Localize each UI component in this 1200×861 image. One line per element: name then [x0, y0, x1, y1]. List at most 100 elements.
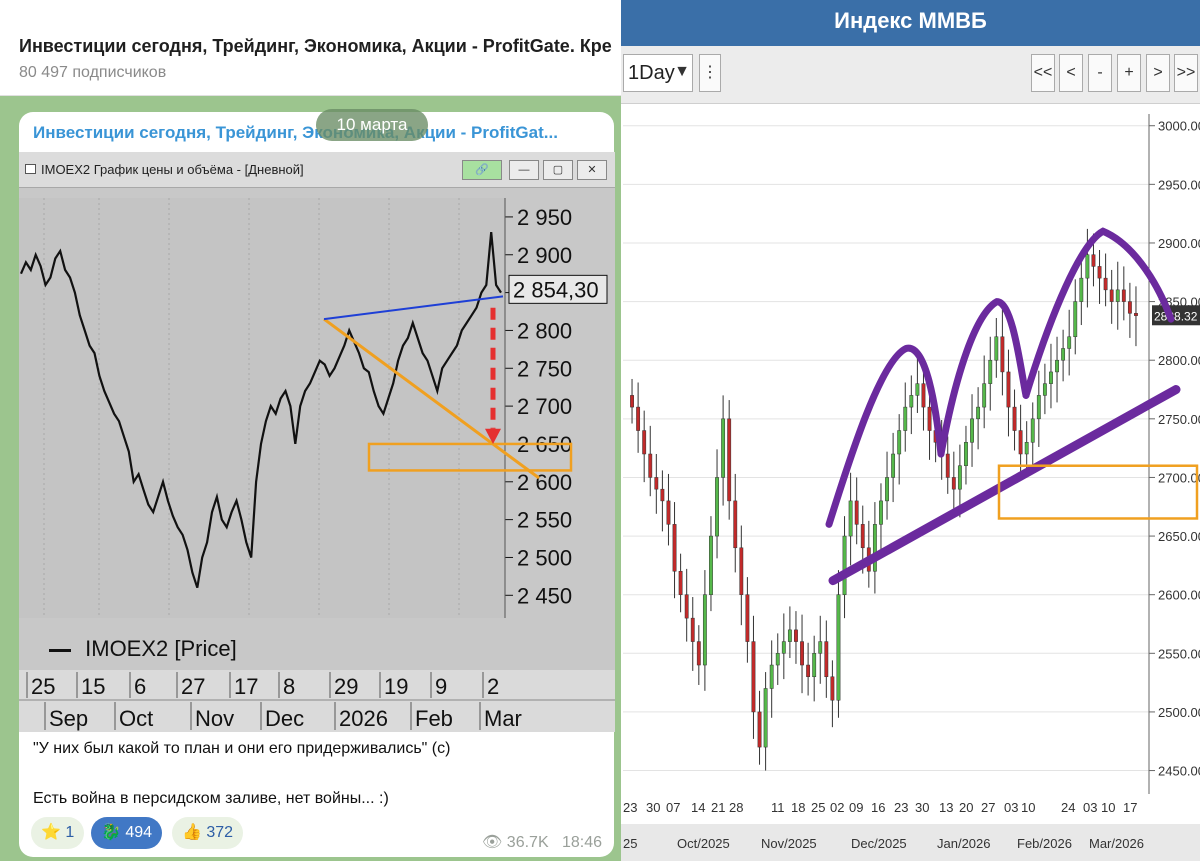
candle-body — [885, 477, 889, 502]
reaction-dragon[interactable]: 🐉 494 — [91, 817, 163, 849]
candle-body — [763, 688, 768, 748]
x-day-label: 13 — [939, 800, 953, 815]
x-day-label: 28 — [729, 800, 743, 815]
last-price-label: 2 854,30 — [513, 277, 599, 302]
x-axis-area — [19, 670, 615, 732]
y-tick-label: 2 750 — [517, 356, 572, 381]
candle-body — [970, 418, 974, 443]
date-pill: 10 марта — [316, 109, 428, 141]
legend-label: IMOEX2 [Price] — [85, 636, 237, 661]
candle-body — [830, 676, 835, 701]
x-day-label: 25 — [31, 674, 55, 699]
candle-body — [897, 430, 902, 455]
candle-body — [957, 465, 962, 490]
x-day-label: 20 — [959, 800, 973, 815]
y-tick-label: 2 900 — [517, 243, 572, 268]
candle-body — [915, 383, 920, 396]
mmvb-panel: Индекс ММВБ 1Day ▼ ⋮ << < - + > >> 3000.… — [621, 0, 1200, 861]
candle-body — [1067, 336, 1072, 349]
candle-body — [751, 641, 756, 713]
candle-body — [1061, 348, 1066, 361]
zoom-out-button[interactable]: - — [1088, 54, 1112, 92]
month-axis-labels: 25 Oct/2025 Nov/2025 Dec/2025 Jan/2026 Feb/20… — [623, 836, 1144, 851]
candle-body — [927, 406, 932, 431]
y-tick-label: 2500.00 — [1158, 705, 1200, 720]
x-month-label: Nov — [195, 706, 234, 731]
nav-next-button[interactable]: > — [1146, 54, 1170, 92]
candle-body — [824, 641, 829, 678]
candle-body — [696, 641, 701, 666]
mmvb-toolbar: 1Day ▼ ⋮ << < - + > >> — [621, 46, 1200, 104]
message-meta: 👁 36.7K 18:46 — [482, 832, 602, 852]
x-day-label: 15 — [81, 674, 105, 699]
candle-body — [1121, 289, 1126, 302]
nav-last-button[interactable]: >> — [1174, 54, 1198, 92]
x-day-label: 03 — [1004, 800, 1018, 815]
plot-area — [19, 198, 505, 618]
candle-body — [1018, 430, 1023, 455]
x-month-label: Nov/2025 — [761, 836, 817, 851]
reaction-star[interactable]: ⭐ 1 — [31, 817, 85, 849]
candle-body — [1024, 442, 1029, 455]
candle-body — [702, 594, 707, 666]
x-day-label: 03 — [1083, 800, 1097, 815]
x-day-label: 14 — [691, 800, 705, 815]
mmvb-candle-chart: 3000.002950.002900.002850.002800.002750.… — [623, 114, 1200, 815]
candle-body — [909, 395, 914, 408]
x-day-label: 8 — [283, 674, 295, 699]
message-text-line1: "У них был какой то план и они его приде… — [33, 740, 451, 757]
candle-body — [684, 594, 689, 619]
nav-first-button[interactable]: << — [1031, 54, 1055, 92]
x-month-label: Oct — [119, 706, 153, 731]
candle-body — [781, 641, 786, 654]
candle-body — [739, 547, 744, 595]
x-month-label: Dec/2025 — [851, 836, 907, 851]
candle-body — [945, 453, 950, 478]
x-day-label: 29 — [334, 674, 358, 699]
reaction-thumbs-up[interactable]: 👍 372 — [172, 817, 244, 849]
candle-body — [660, 488, 665, 502]
period-dropdown[interactable]: ▼ — [671, 54, 693, 92]
telegram-panel: Инвестиции сегодня, Трейдинг, Экономика,… — [0, 0, 621, 861]
candle-body — [666, 500, 671, 525]
x-month-label: Jan/2026 — [937, 836, 991, 851]
candle-body — [994, 336, 999, 361]
candle-body — [806, 664, 811, 678]
x-day-label: 23 — [623, 800, 637, 815]
candle-body — [636, 406, 641, 431]
candle-body — [800, 641, 804, 666]
nav-prev-button[interactable]: < — [1059, 54, 1083, 92]
candle-body — [1079, 277, 1084, 302]
chart-legend: IMOEX2 [Price] — [49, 636, 237, 662]
candle-body — [1085, 254, 1090, 279]
candle-body — [921, 383, 926, 408]
candle-body — [872, 524, 877, 572]
candle-body — [642, 430, 647, 455]
candle-body — [630, 395, 634, 408]
y-tick-label: 2550.00 — [1158, 646, 1200, 661]
y-tick-label: 2700.00 — [1158, 470, 1200, 485]
star-icon: ⭐ — [41, 824, 61, 841]
x-day-label: 27 — [181, 674, 205, 699]
candle-body — [836, 594, 841, 701]
x-month-label: 2026 — [339, 706, 388, 731]
x-day-label: 6 — [134, 674, 146, 699]
thumbs-up-icon: 👍 — [182, 824, 202, 841]
candle-body — [709, 535, 713, 595]
x-month-label: Mar/2026 — [1089, 836, 1144, 851]
candle-body — [1036, 395, 1041, 420]
candle-body — [982, 383, 987, 408]
candle-body — [988, 359, 993, 384]
channel-title[interactable]: Инвестиции сегодня, Трейдинг, Экономика,… — [19, 36, 619, 57]
x-day-label: 17 — [234, 674, 258, 699]
reaction-count: 494 — [125, 824, 153, 841]
candle-body — [769, 664, 774, 689]
grid-toggle-button[interactable]: ⋮ — [699, 54, 721, 92]
candle-body — [903, 406, 908, 431]
zoom-in-button[interactable]: + — [1117, 54, 1141, 92]
candle-body — [1115, 289, 1120, 302]
x-day-label: 27 — [981, 800, 995, 815]
channel-header[interactable]: Инвестиции сегодня, Трейдинг, Экономика,… — [0, 0, 621, 96]
x-day-label: 18 — [791, 800, 805, 815]
y-tick-label: 2450.00 — [1158, 764, 1200, 779]
